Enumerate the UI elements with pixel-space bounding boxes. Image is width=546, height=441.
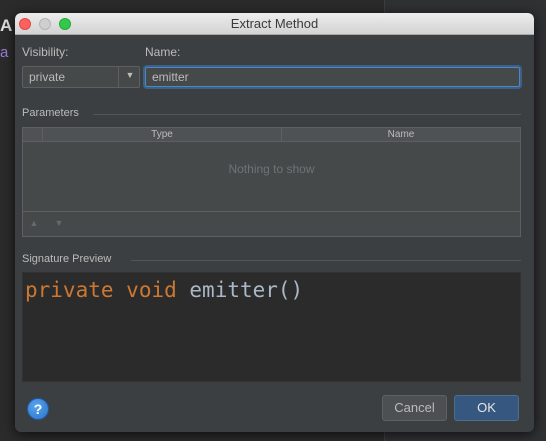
background-text-fragment: a <box>0 44 9 61</box>
move-up-icon[interactable]: ▲ <box>27 217 41 229</box>
help-button[interactable]: ? <box>27 398 49 420</box>
extract-method-dialog: Extract Method Visibility: Name: private… <box>15 13 534 432</box>
parameters-section-label: Parameters <box>22 107 79 119</box>
table-header-name[interactable]: Name <box>282 128 520 141</box>
combo-divider <box>118 67 119 87</box>
background-text-fragment: A <box>0 16 13 35</box>
ok-button[interactable]: OK <box>454 395 519 421</box>
name-label: Name: <box>145 45 181 59</box>
visibility-label: Visibility: <box>22 45 69 59</box>
window-title: Extract Method <box>230 16 319 31</box>
section-divider <box>131 260 521 261</box>
table-header-type[interactable]: Type <box>43 128 282 141</box>
signature-preview: private void emitter() <box>22 272 521 382</box>
signature-code: private void emitter() <box>25 278 303 302</box>
section-divider <box>93 114 521 115</box>
signature-keyword: void <box>126 278 177 302</box>
empty-table-message: Nothing to show <box>228 162 315 176</box>
parameters-table[interactable]: Type Name Nothing to show ▲ ▼ <box>22 127 521 237</box>
title-bar[interactable]: Extract Method <box>15 13 534 35</box>
cancel-button[interactable]: Cancel <box>382 395 447 421</box>
signature-keyword: private <box>25 278 114 302</box>
table-toolbar: ▲ ▼ <box>23 211 520 236</box>
chevron-down-icon[interactable]: ▼ <box>123 70 137 80</box>
move-down-icon[interactable]: ▼ <box>52 217 66 229</box>
method-name-input[interactable] <box>145 67 520 87</box>
table-header-checkbox-column[interactable] <box>23 128 43 141</box>
signature-method-name: emitter() <box>189 278 304 302</box>
table-header: Type Name <box>23 128 520 142</box>
visibility-select[interactable]: private ▼ <box>22 66 140 88</box>
visibility-select-value: private <box>29 70 66 84</box>
signature-preview-label: Signature Preview <box>22 253 112 265</box>
